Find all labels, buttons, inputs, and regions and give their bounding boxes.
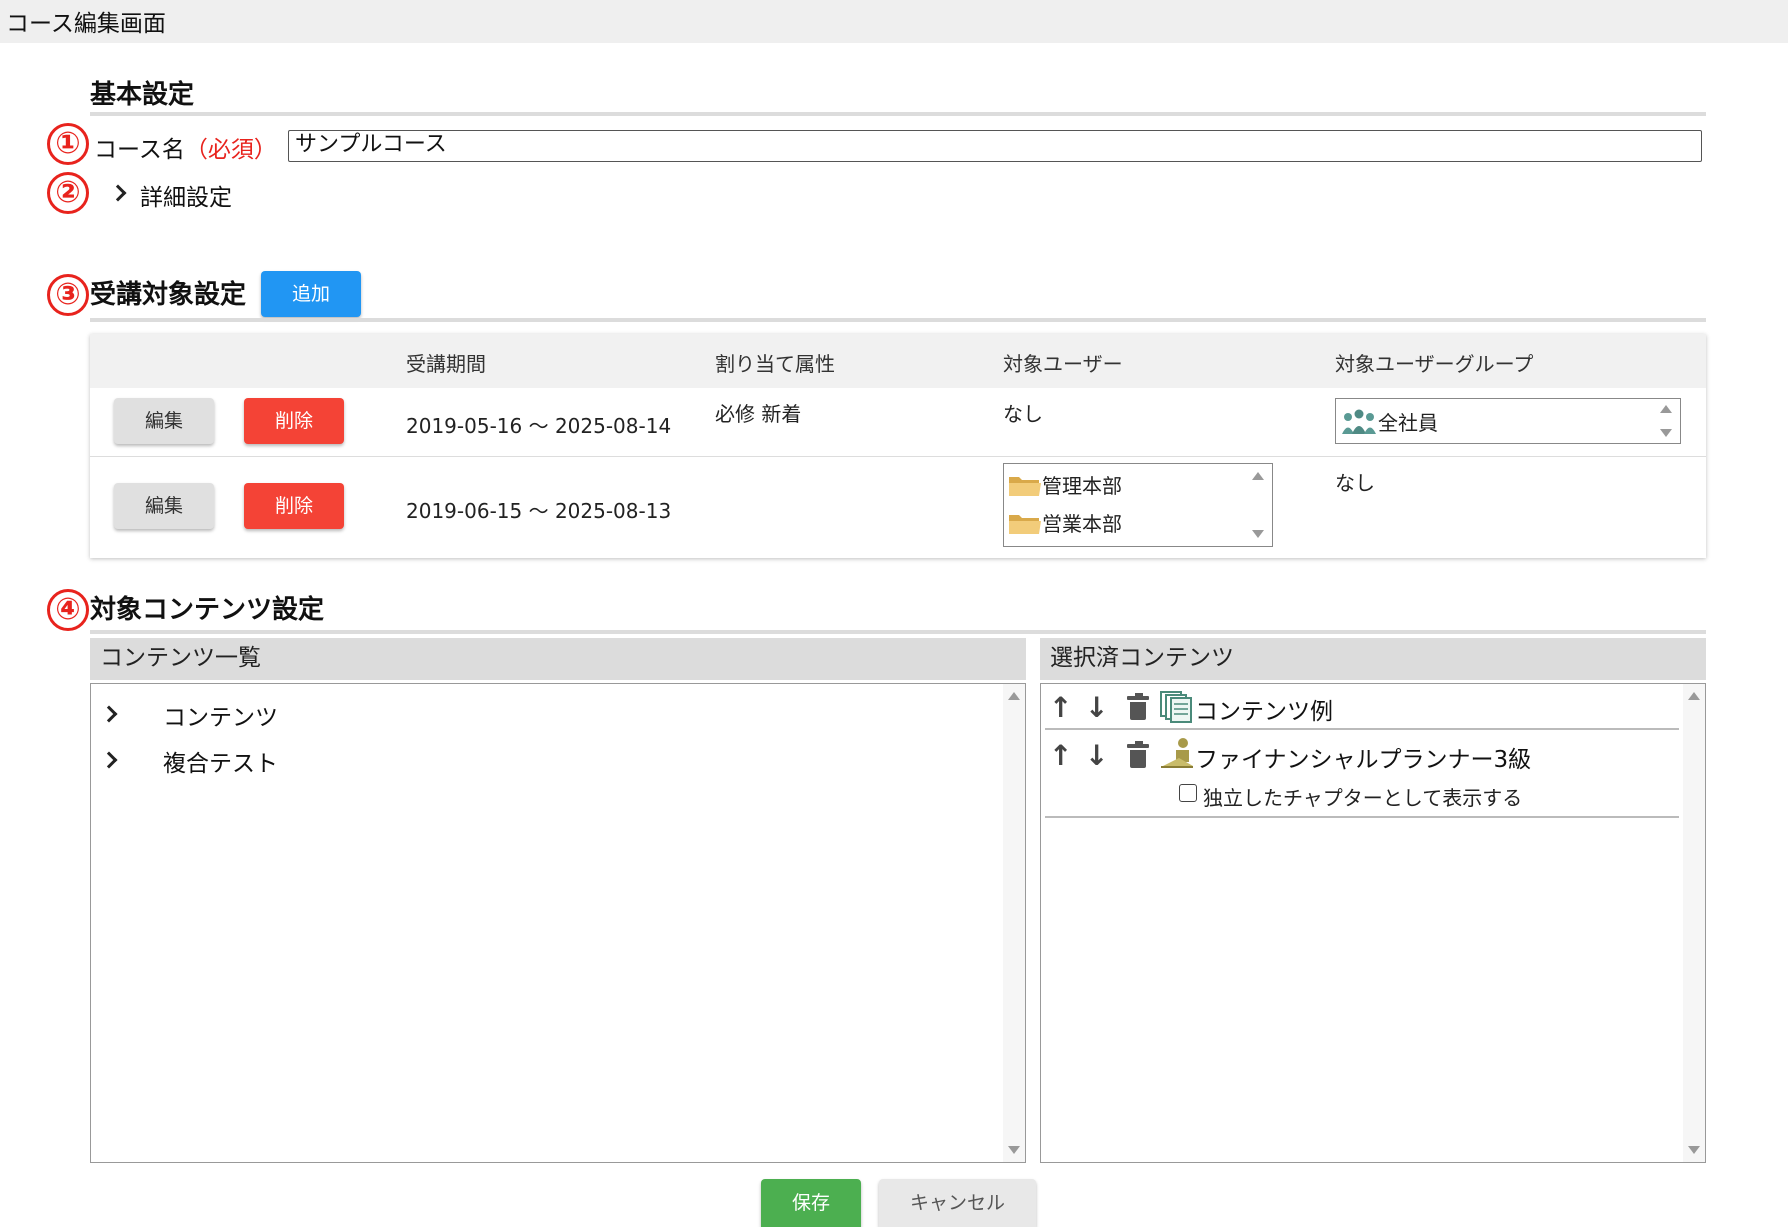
folder-icon [1009,476,1041,496]
marker-1: ① [47,123,89,165]
scrollbar[interactable] [1003,684,1025,1162]
content-settings-heading: 対象コンテンツ設定 [90,595,325,625]
scroll-down-icon[interactable] [1252,530,1264,538]
tree-item[interactable]: コンテンツ [100,694,501,731]
marker-4: ④ [47,589,89,631]
chapter-checkbox-label: 独立したチャプターとして表示する [1203,786,1523,810]
delete-button[interactable]: 削除 [244,483,344,529]
target-groups-cell: なし [1335,471,1375,495]
target-groups-listbox[interactable]: 全社員 [1335,398,1681,444]
column-period: 受講期間 [406,352,486,376]
course-name-label: コース名（必須） [94,130,277,164]
scrollbar[interactable] [1683,684,1705,1162]
content-list-panel[interactable]: コンテンツ 複合テスト [90,683,1026,1163]
marker-3: ③ [47,274,89,316]
chevron-right-icon [100,705,118,723]
chapter-checkbox[interactable] [1179,784,1197,802]
table-row: 編集 削除 2019-05-16 〜 2025-08-14 必修 新着 なし 全… [90,388,1706,456]
window-titlebar: コース編集画面 [0,0,1788,43]
selected-item: ↑ ↓ コンテンツ例 [1045,684,1679,730]
selected-item-name: コンテンツ例 [1195,699,1333,725]
list-item: 管理本部 [1008,470,1122,499]
course-name-label-text: コース名 [94,137,185,163]
audience-settings-heading: 受講対象設定 [90,280,247,310]
user-org-name: 営業本部 [1042,512,1122,536]
edit-button[interactable]: 編集 [114,398,214,444]
move-down-icon[interactable]: ↓ [1085,742,1108,770]
marker-2: ② [47,172,89,214]
target-users-listbox[interactable]: 管理本部 営業本部 [1003,463,1273,547]
cancel-button[interactable]: キャンセル [879,1179,1036,1227]
period-cell: 2019-05-16 〜 2025-08-14 [406,414,672,438]
content-list-header: コンテンツ一覧 [90,638,1026,680]
selected-item-name: ファイナンシャルプランナー3級 [1195,747,1532,773]
basic-settings-heading: 基本設定 [90,80,195,110]
detail-settings-toggle[interactable]: 詳細設定 [109,176,240,211]
add-audience-button[interactable]: 追加 [261,271,361,317]
window-title: コース編集画面 [6,11,166,37]
user-group-icon [1342,409,1376,434]
edit-button[interactable]: 編集 [114,483,214,529]
target-users-cell: なし [1003,402,1043,426]
scroll-down-icon[interactable] [1008,1146,1020,1154]
scroll-up-icon[interactable] [1688,692,1700,700]
selected-item: ↑ ↓ ファイナンシャルプランナー3級 独立したチャプターとして表示する [1045,732,1679,818]
user-org-name: 管理本部 [1042,474,1122,498]
required-label: （必須） [184,137,277,163]
column-attributes: 割り当て属性 [715,352,835,376]
scroll-up-icon[interactable] [1660,405,1672,413]
delete-button[interactable]: 削除 [244,398,344,444]
audience-divider [90,318,1706,322]
column-target-groups: 対象ユーザーグループ [1335,352,1534,376]
move-up-icon[interactable]: ↑ [1049,742,1072,770]
study-person-icon [1161,738,1193,768]
attributes-cell: 必修 新着 [715,402,802,426]
save-button[interactable]: 保存 [761,1179,861,1227]
group-name: 全社員 [1378,411,1438,435]
scroll-up-icon[interactable] [1252,472,1264,480]
trash-icon[interactable] [1127,741,1149,768]
move-up-icon[interactable]: ↑ [1049,694,1072,722]
content-pages-icon [1160,691,1192,723]
column-target-users: 対象ユーザー [1003,352,1123,376]
folder-icon [1009,514,1041,534]
tree-item-label: コンテンツ [163,705,278,731]
scroll-up-icon[interactable] [1008,692,1020,700]
tree-item-label: 複合テスト [163,751,278,777]
scroll-down-icon[interactable] [1660,429,1672,437]
chevron-right-icon [100,751,118,769]
audience-table-header: 受講期間 割り当て属性 対象ユーザー 対象ユーザーグループ [90,334,1706,388]
trash-icon[interactable] [1127,693,1149,720]
list-item: 全社員 [1340,407,1438,436]
tree-item[interactable]: 複合テスト [100,740,501,777]
chevron-right-icon [109,184,127,202]
period-cell: 2019-06-15 〜 2025-08-13 [406,499,672,523]
content-divider [90,630,1706,634]
list-item: 営業本部 [1008,508,1122,537]
basic-settings-divider [90,112,1706,116]
scroll-down-icon[interactable] [1688,1146,1700,1154]
course-name-input[interactable]: サンプルコース [288,130,1702,162]
move-down-icon[interactable]: ↓ [1085,694,1108,722]
selected-content-header: 選択済コンテンツ [1040,638,1706,680]
detail-settings-label: 詳細設定 [140,185,232,211]
audience-table: 受講期間 割り当て属性 対象ユーザー 対象ユーザーグループ 編集 削除 2019… [90,334,1706,558]
table-row: 編集 削除 2019-06-15 〜 2025-08-13 管理本部 営業本部 … [90,457,1706,557]
selected-content-panel[interactable]: ↑ ↓ コンテンツ例 ↑ ↓ ファイナンシャルプランナー3級 独立したチャプター… [1040,683,1706,1163]
